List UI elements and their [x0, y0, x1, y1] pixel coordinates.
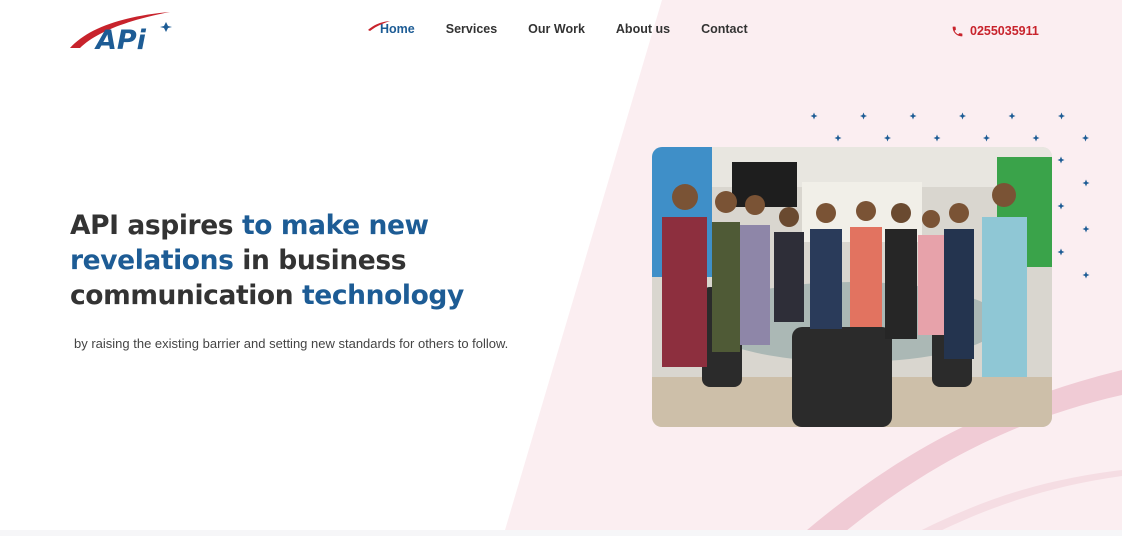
star-icon [1057, 202, 1065, 210]
hero-title-accent: revelations [70, 245, 234, 276]
swoosh-icon [368, 21, 390, 31]
star-icon [1032, 134, 1040, 142]
phone-number: 0255035911 [970, 24, 1039, 38]
star-icon [834, 134, 842, 142]
star-icon [1082, 134, 1089, 142]
team-photo [652, 147, 1052, 427]
nav-our-work-link[interactable]: Our Work [528, 22, 585, 36]
star-icon [1057, 248, 1065, 256]
star-icon [884, 134, 891, 142]
star-icon [1082, 271, 1090, 279]
star-icon [1058, 112, 1065, 120]
hero-subtitle: by raising the existing barrier and sett… [74, 336, 509, 351]
hero-title-part: in business [233, 245, 407, 276]
hero-title-part: API aspires [70, 210, 242, 241]
star-icon [810, 112, 818, 120]
site-header: APi Home Services Our Work About us Cont… [0, 0, 1122, 60]
star-icon [959, 112, 966, 120]
svg-text:APi: APi [94, 25, 147, 54]
hero-section: API aspires to make new revelations in b… [70, 208, 540, 351]
main-nav: Home Services Our Work About us Contact [368, 21, 748, 36]
star-icon [1057, 156, 1065, 164]
nav-about-link[interactable]: About us [616, 22, 670, 36]
api-logo[interactable]: APi [68, 8, 178, 56]
hero-title-accent: to make new [241, 210, 429, 241]
star-icon [983, 134, 990, 142]
hero-title-accent: technology [302, 280, 464, 311]
section-divider [0, 530, 1122, 536]
star-icon [1082, 179, 1090, 187]
star-icon [1082, 225, 1090, 233]
star-icon [933, 134, 941, 142]
star-icon [1008, 112, 1016, 120]
nav-services-link[interactable]: Services [446, 22, 497, 36]
hero-title: API aspires to make new revelations in b… [70, 208, 540, 313]
phone-link[interactable]: 0255035911 [951, 24, 1039, 38]
star-icon [860, 112, 867, 120]
nav-home-link[interactable]: Home [368, 21, 415, 36]
phone-icon [952, 26, 963, 36]
nav-contact-link[interactable]: Contact [701, 22, 748, 36]
star-icon [909, 112, 917, 120]
hero-title-part: communication [70, 280, 302, 311]
